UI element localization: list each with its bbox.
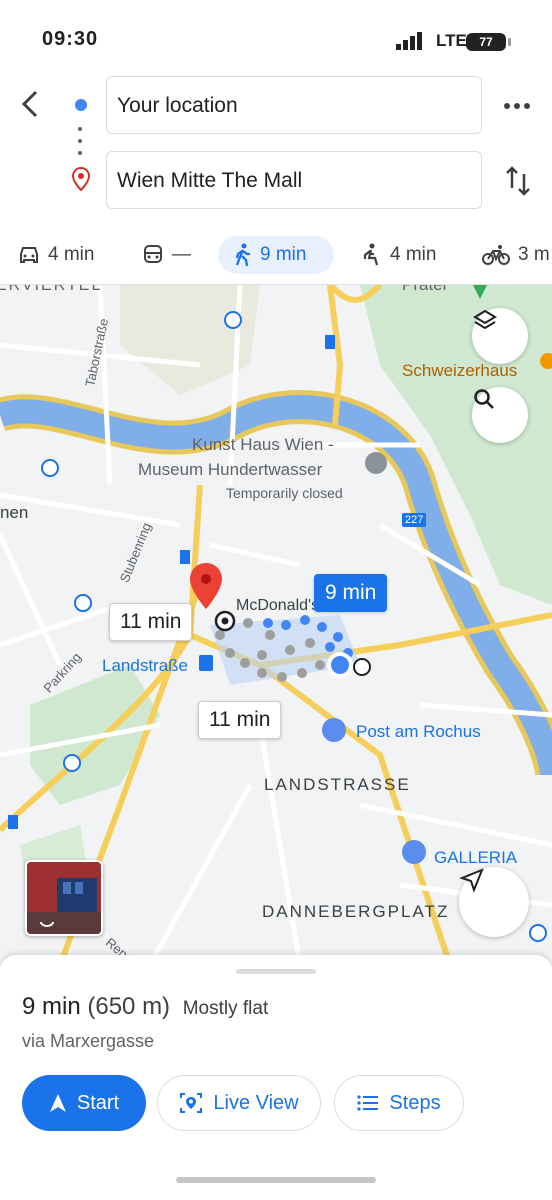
bike-icon bbox=[482, 245, 510, 265]
search-icon bbox=[474, 389, 494, 409]
start-button[interactable]: Start bbox=[22, 1075, 146, 1131]
transit-icon bbox=[144, 245, 162, 263]
street-view-thumbnail[interactable] bbox=[25, 860, 103, 936]
map-label-landstrasse-district: LANDSTRASSE bbox=[264, 775, 411, 794]
search-map-button[interactable] bbox=[472, 387, 528, 443]
live-view-icon bbox=[180, 1093, 203, 1113]
map-label-landstrasse-station: Landstraße bbox=[102, 656, 188, 675]
start-button-label: Start bbox=[76, 1091, 120, 1114]
mode-bike[interactable]: 3 m bbox=[482, 236, 550, 274]
origin-input[interactable]: Your location bbox=[106, 76, 482, 134]
recenter-button[interactable] bbox=[459, 867, 529, 937]
map-label-kunsthaus-status: Temporarily closed bbox=[226, 485, 343, 501]
steps-button-label: Steps bbox=[389, 1091, 441, 1114]
route-time-bubble[interactable]: 9 min bbox=[314, 574, 388, 612]
steps-button[interactable]: Steps bbox=[334, 1075, 464, 1131]
map-label-schweizerhaus: Schweizerhaus bbox=[402, 361, 518, 380]
wheelchair-icon bbox=[363, 243, 379, 266]
live-view-label: Live View bbox=[213, 1091, 299, 1114]
map-label-nen: nen bbox=[0, 503, 29, 522]
route-summary-sheet: 9 min (650 m) Mostly flat via Marxergass… bbox=[0, 955, 552, 1200]
mode-walk-label: 9 min bbox=[260, 244, 307, 265]
route-duration: 9 min bbox=[22, 993, 81, 1020]
street-view-image bbox=[27, 862, 101, 934]
home-indicator[interactable] bbox=[176, 1177, 376, 1183]
layers-icon bbox=[473, 309, 497, 330]
navigation-arrow-icon bbox=[459, 868, 484, 893]
travel-mode-bar: 4 min — 9 min 4 min 3 m bbox=[0, 228, 552, 285]
alt-route-bubble-2[interactable]: 11 min bbox=[198, 701, 282, 739]
destination-input[interactable]: Wien Mitte The Mall bbox=[106, 151, 482, 209]
signal-icon bbox=[396, 32, 422, 50]
clock: 09:30 bbox=[42, 28, 99, 50]
live-view-button[interactable]: Live View bbox=[157, 1075, 321, 1131]
navigation-icon bbox=[49, 1094, 66, 1112]
origin-dot-icon bbox=[75, 99, 87, 111]
battery-icon: 77 bbox=[466, 33, 511, 51]
map-label-227: 227 bbox=[402, 513, 427, 527]
route-connector-icon bbox=[78, 127, 82, 155]
layers-button[interactable] bbox=[472, 308, 528, 364]
route-summary: 9 min (650 m) Mostly flat bbox=[22, 993, 268, 1021]
mode-drive-label: 4 min bbox=[48, 244, 95, 265]
mode-transit[interactable]: — bbox=[142, 236, 191, 274]
mode-walk[interactable]: 9 min bbox=[218, 236, 334, 274]
mode-bike-label: 3 m bbox=[518, 244, 550, 265]
car-icon bbox=[20, 247, 38, 263]
more-options-icon[interactable] bbox=[502, 96, 532, 116]
route-distance: (650 m) bbox=[87, 993, 171, 1020]
walk-icon bbox=[235, 243, 250, 267]
mode-transit-label: — bbox=[172, 244, 191, 265]
map-label-prater: Prater bbox=[402, 285, 448, 295]
map-label-galleria: GALLERIA bbox=[434, 848, 518, 867]
destination-pin-icon bbox=[72, 167, 90, 191]
back-arrow-icon[interactable] bbox=[16, 88, 48, 120]
mode-wheelchair[interactable]: 4 min bbox=[362, 236, 436, 274]
status-bar: 09:30 LTE 77 bbox=[0, 0, 552, 70]
route-terrain: Mostly flat bbox=[182, 998, 269, 1019]
map-label-kunsthaus-1: Kunst Haus Wien - bbox=[192, 435, 334, 454]
alt-route-bubble-1[interactable]: 11 min bbox=[109, 603, 193, 641]
mode-wheelchair-label: 4 min bbox=[390, 244, 437, 265]
route-via: via Marxergasse bbox=[22, 1031, 155, 1051]
map-label-district-top: ERVIERTEL bbox=[0, 285, 103, 294]
mode-drive[interactable]: 4 min bbox=[18, 236, 94, 274]
sheet-handle[interactable] bbox=[236, 969, 316, 974]
list-icon bbox=[357, 1095, 379, 1111]
map-label-dannebergplatz: DANNEBERGPLATZ bbox=[262, 902, 450, 921]
map-label-kunsthaus-2: Museum Hundertwasser bbox=[138, 460, 323, 479]
swap-icon[interactable] bbox=[503, 164, 533, 198]
map-label-post: Post am Rochus bbox=[356, 722, 481, 741]
network-type: LTE bbox=[436, 31, 467, 50]
